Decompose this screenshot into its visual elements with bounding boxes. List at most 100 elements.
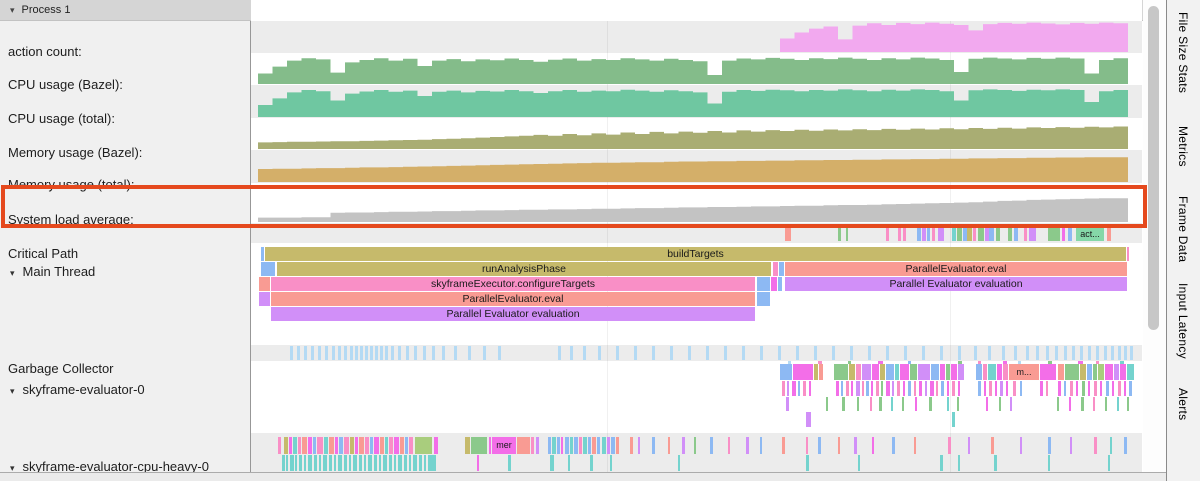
trace-event[interactable]	[988, 346, 991, 360]
trace-event[interactable]	[616, 346, 619, 360]
trace-event[interactable]	[710, 437, 713, 454]
trace-event[interactable]	[290, 346, 293, 360]
trace-event[interactable]	[1062, 227, 1065, 241]
trace-event[interactable]	[552, 437, 556, 454]
evaluator-0-row[interactable]	[258, 397, 1128, 411]
trace-event-labeled[interactable]: Parallel Evaluator evaluation	[271, 307, 755, 321]
trace-event[interactable]	[517, 437, 530, 454]
trace-event[interactable]	[948, 437, 951, 454]
trace-event[interactable]	[1082, 381, 1085, 396]
trace-event[interactable]	[389, 455, 392, 471]
trace-event[interactable]	[819, 364, 823, 380]
trace-event[interactable]	[1105, 397, 1107, 411]
trace-event[interactable]	[814, 346, 817, 360]
trace-event[interactable]	[400, 437, 404, 454]
trace-event[interactable]	[289, 437, 292, 454]
trace-event[interactable]	[394, 455, 396, 471]
main-thread-flame-row[interactable]: runAnalysisPhaseParallelEvaluator.eval	[258, 262, 1128, 276]
trace-event[interactable]	[1000, 381, 1003, 396]
trace-event[interactable]	[314, 455, 317, 471]
trace-event[interactable]	[299, 455, 302, 471]
trace-event[interactable]	[742, 346, 745, 360]
trace-event[interactable]	[1094, 381, 1097, 396]
trace-event[interactable]	[404, 455, 407, 471]
tab-file-size-stats[interactable]: File Size Stats	[1176, 12, 1190, 93]
trace-event[interactable]	[897, 381, 900, 396]
trace-event[interactable]	[778, 277, 782, 291]
trace-event[interactable]	[1080, 346, 1083, 360]
collapse-arrow-icon[interactable]: ▾	[10, 386, 15, 396]
trace-event[interactable]	[359, 455, 362, 471]
trace-event[interactable]	[706, 346, 709, 360]
trace-event[interactable]	[652, 346, 655, 360]
trace-event[interactable]	[1127, 364, 1134, 380]
trace-event[interactable]	[997, 364, 1002, 380]
trace-event[interactable]	[929, 397, 932, 411]
trace-event[interactable]	[329, 437, 334, 454]
trace-event[interactable]	[938, 227, 944, 241]
cpu-total-chart[interactable]	[258, 87, 1128, 117]
trace-event[interactable]	[278, 437, 281, 454]
trace-event[interactable]	[489, 437, 491, 454]
trace-event[interactable]	[284, 437, 288, 454]
trace-event[interactable]	[471, 437, 487, 454]
trace-event[interactable]	[465, 437, 470, 454]
trace-event[interactable]	[915, 397, 917, 411]
trace-event[interactable]	[872, 364, 879, 380]
trace-event[interactable]	[1112, 381, 1114, 396]
trace-event[interactable]	[881, 381, 883, 396]
trace-event[interactable]	[1108, 455, 1110, 471]
trace-event[interactable]	[610, 455, 612, 471]
trace-event[interactable]	[1104, 346, 1107, 360]
trace-event-labeled[interactable]: mer	[492, 437, 516, 454]
trace-event[interactable]	[304, 455, 306, 471]
trace-event[interactable]	[259, 277, 270, 291]
trace-event[interactable]	[792, 381, 796, 396]
trace-event-labeled[interactable]: m...	[1009, 364, 1039, 380]
trace-event[interactable]	[1064, 381, 1066, 396]
trace-event[interactable]	[607, 437, 610, 454]
trace-event[interactable]	[786, 397, 789, 411]
trace-event[interactable]	[638, 437, 640, 454]
trace-event[interactable]	[806, 455, 809, 471]
trace-event[interactable]	[793, 364, 813, 380]
trace-event[interactable]	[886, 346, 889, 360]
trace-event[interactable]	[1107, 227, 1111, 241]
trace-event[interactable]	[570, 437, 573, 454]
trace-event[interactable]	[1069, 397, 1071, 411]
trace-event[interactable]	[967, 227, 972, 241]
trace-event[interactable]	[583, 346, 586, 360]
trace-event[interactable]	[834, 364, 848, 380]
trace-event[interactable]	[796, 346, 799, 360]
trace-event[interactable]	[978, 381, 981, 396]
trace-event[interactable]	[886, 227, 889, 241]
trace-event[interactable]	[561, 437, 563, 454]
trace-event[interactable]	[1058, 364, 1064, 380]
trace-event[interactable]	[468, 346, 471, 360]
trace-event[interactable]	[592, 437, 596, 454]
trace-event[interactable]	[308, 437, 312, 454]
trace-event[interactable]	[940, 364, 945, 380]
trace-event[interactable]	[1072, 346, 1075, 360]
trace-event[interactable]	[335, 437, 338, 454]
trace-event[interactable]	[868, 346, 871, 360]
trace-event[interactable]	[917, 227, 921, 241]
trace-event[interactable]	[1114, 364, 1119, 380]
trace-event[interactable]	[405, 437, 408, 454]
trace-event[interactable]	[782, 437, 785, 454]
trace-event[interactable]	[324, 437, 328, 454]
trace-event[interactable]	[856, 381, 860, 396]
trace-event[interactable]	[968, 437, 970, 454]
trace-event[interactable]	[951, 364, 957, 380]
trace-event[interactable]	[866, 381, 869, 396]
trace-event[interactable]	[946, 364, 950, 380]
trace-event[interactable]	[668, 437, 670, 454]
trace-event[interactable]	[682, 437, 685, 454]
trace-event[interactable]	[323, 455, 327, 471]
trace-event[interactable]	[1068, 227, 1072, 241]
critical-path-track[interactable]: act...	[258, 227, 1128, 241]
trace-event[interactable]	[1013, 381, 1016, 396]
trace-event[interactable]	[1020, 437, 1022, 454]
trace-event[interactable]	[350, 437, 354, 454]
trace-event[interactable]	[940, 455, 943, 471]
